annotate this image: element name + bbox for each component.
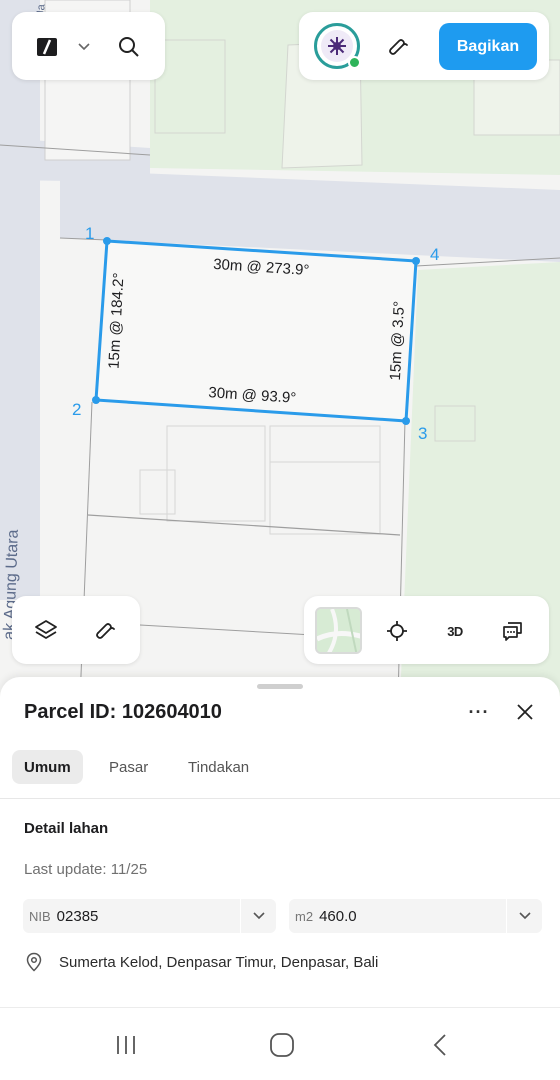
- area-value: 460.0: [319, 907, 357, 925]
- nib-prefix: NIB: [29, 908, 51, 924]
- vertex-label-2: 2: [72, 400, 81, 419]
- nib-value: 02385: [56, 907, 99, 925]
- tab-pasar[interactable]: Pasar: [97, 750, 160, 784]
- vertex-label-4: 4: [430, 245, 439, 264]
- share-button[interactable]: Bagikan: [439, 23, 537, 70]
- measure-tool-icon[interactable]: [381, 29, 415, 63]
- back-icon[interactable]: [420, 1028, 460, 1062]
- tab-umum[interactable]: Umum: [12, 750, 83, 784]
- bottom-left-toolbar: [12, 596, 140, 664]
- chevron-down-icon[interactable]: [506, 899, 542, 933]
- avatar[interactable]: [314, 23, 361, 69]
- system-nav-bar: [0, 1007, 560, 1080]
- locate-me-icon[interactable]: [380, 614, 414, 648]
- parcel-title: Parcel ID: 102604010: [24, 701, 222, 723]
- parcel-details-sheet: Parcel ID: 102604010 ··· Umum Pasar Tind…: [0, 677, 560, 1007]
- sheet-drag-handle[interactable]: [257, 684, 303, 689]
- last-update-text: Last update: 11/25: [24, 861, 148, 878]
- tabs-divider: [0, 798, 560, 799]
- location-pin-icon: [26, 952, 42, 972]
- area-field[interactable]: m2 460.0: [289, 899, 542, 933]
- address-row: Sumerta Kelod, Denpasar Timur, Denpasar,…: [24, 952, 378, 972]
- vertex-label-3: 3: [418, 424, 427, 443]
- recent-apps-icon[interactable]: [106, 1028, 146, 1062]
- avatar-badge-icon: [321, 30, 353, 62]
- chevron-down-icon[interactable]: [240, 899, 276, 933]
- chat-bubble-icon[interactable]: [496, 614, 530, 648]
- top-left-toolbar: [12, 12, 165, 80]
- home-icon[interactable]: [262, 1028, 302, 1062]
- close-icon[interactable]: [510, 697, 540, 727]
- online-status-dot: [348, 56, 361, 69]
- search-icon[interactable]: [112, 30, 146, 64]
- draw-tool-icon[interactable]: [88, 613, 122, 647]
- map-view[interactable]: 1 2 3 4 30m @ 273.9° 30m @ 93.9° 15m @ 1…: [0, 0, 560, 700]
- vertex-label-1: 1: [85, 224, 94, 243]
- satellite-thumbnail[interactable]: [315, 607, 362, 654]
- address-text: Sumerta Kelod, Denpasar Timur, Denpasar,…: [59, 953, 379, 971]
- more-options-button[interactable]: ···: [462, 699, 496, 725]
- area-prefix: m2: [295, 908, 314, 924]
- nib-field[interactable]: NIB 02385: [23, 899, 276, 933]
- 3d-view-button[interactable]: 3D: [438, 614, 472, 648]
- layers-icon[interactable]: [29, 613, 63, 647]
- section-title: Detail lahan: [24, 820, 109, 837]
- tab-tindakan[interactable]: Tindakan: [176, 750, 261, 784]
- chevron-down-icon[interactable]: [72, 34, 96, 60]
- app-logo-icon[interactable]: [30, 30, 64, 64]
- map-base: 1 2 3 4 30m @ 273.9° 30m @ 93.9° 15m @ 1…: [0, 0, 560, 700]
